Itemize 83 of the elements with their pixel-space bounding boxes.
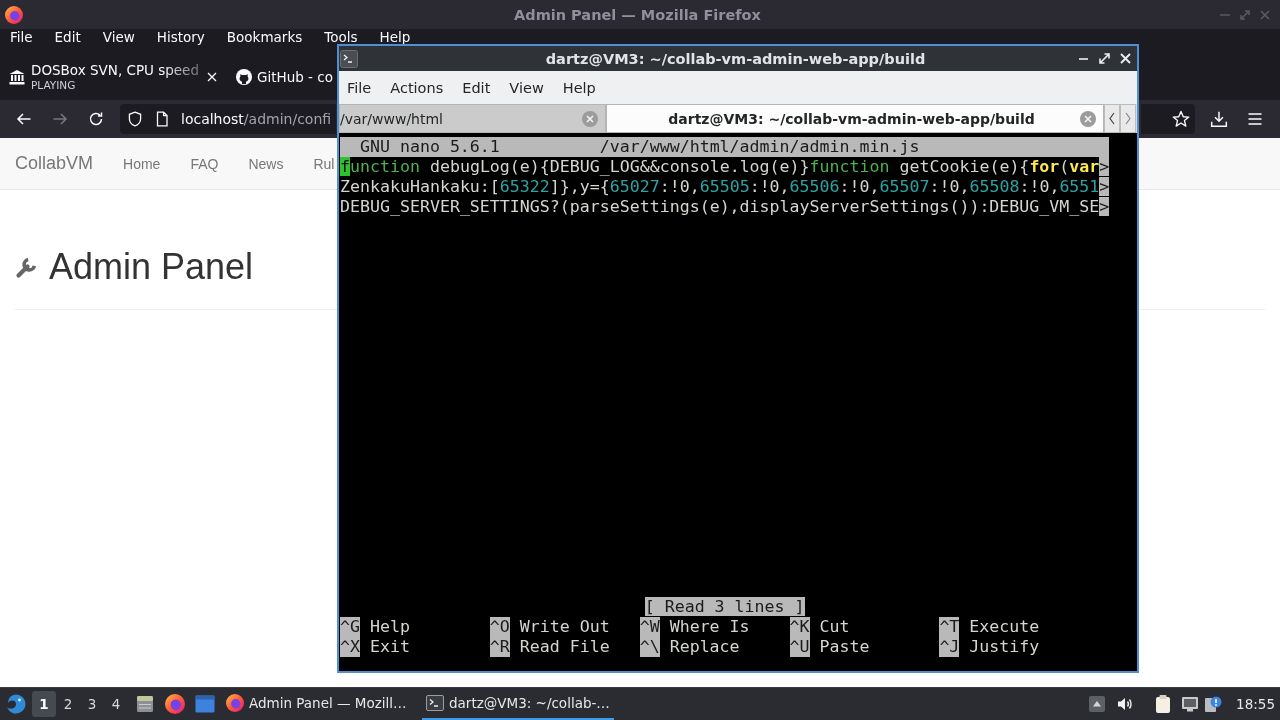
shortcut-key: ^K — [789, 617, 810, 637]
terminal-tab[interactable]: dartz@VM3: ~/collab-vm-admin-web-app/build — [606, 104, 1104, 133]
shortcut-key: ^U — [789, 637, 810, 657]
menu-icon[interactable] — [1247, 111, 1263, 127]
site-brand[interactable]: CollabVM — [15, 153, 94, 174]
workspace-button[interactable]: 1 — [32, 691, 56, 717]
menu-item[interactable]: Edit — [462, 79, 491, 96]
bookmark-button[interactable] — [1141, 104, 1195, 134]
cat-circle-icon — [236, 69, 252, 85]
menu-item[interactable]: File — [347, 79, 372, 96]
workspace-button[interactable]: 4 — [104, 691, 128, 717]
building-columns-icon — [9, 69, 25, 85]
shortcut-key: ^\ — [639, 637, 660, 657]
nav-link[interactable]: Home — [123, 155, 161, 172]
tray-expand-icon[interactable] — [1088, 695, 1107, 713]
menu-item[interactable]: History — [156, 30, 205, 44]
window-title: Admin Panel — Mozilla Firefox — [514, 6, 761, 23]
menu-item[interactable]: Help — [379, 30, 411, 44]
wrench-icon — [15, 255, 39, 279]
shortcut-label: Help — [369, 617, 410, 637]
terminal-icon — [426, 695, 444, 711]
shortcut-key: ^R — [489, 637, 510, 657]
shortcut-label: Exit — [369, 637, 410, 657]
workspace-button[interactable]: 3 — [80, 691, 104, 717]
menu-item[interactable]: Tools — [324, 30, 358, 44]
task-button[interactable]: Admin Panel — Mozill… — [222, 688, 422, 720]
shortcut-label: Replace — [669, 637, 740, 657]
shortcut-key: ^T — [939, 617, 960, 637]
shield-icon[interactable] — [127, 111, 143, 127]
reload-icon[interactable] — [88, 111, 104, 127]
editor-version: GNU nano 5.6.1 — [359, 137, 501, 157]
task-button[interactable]: dartz@VM3: ~/collab-… — [422, 688, 614, 720]
monitor-icon[interactable] — [1181, 695, 1200, 713]
shortcut-key: ^X — [340, 637, 360, 657]
browser-logo-icon — [226, 694, 244, 712]
code-line: DEBUG_SERVER_SETTINGS?(parseSettings(e),displayServerSettings()):DEBUG_VM_SE> — [340, 197, 1110, 217]
download-icon[interactable] — [1210, 110, 1228, 128]
workspace-button[interactable]: 2 — [56, 691, 80, 717]
volume-icon[interactable] — [1116, 695, 1135, 713]
chevron-left-icon[interactable] — [1104, 104, 1120, 133]
window-title: dartz@VM3: ~/collab-vm-admin-web-app/build — [545, 50, 926, 67]
shortcut-label: Paste — [819, 637, 870, 657]
shortcut-label: Write Out — [519, 617, 610, 637]
shortcut-label: Justify — [969, 637, 1040, 657]
menu-item[interactable]: File — [10, 30, 33, 44]
close-tab-icon[interactable] — [207, 72, 217, 82]
back-icon[interactable] — [16, 111, 32, 127]
shortcut-label: Cut — [819, 617, 850, 637]
menu-item[interactable]: Actions — [390, 79, 444, 96]
shortcut-label: Read File — [519, 637, 610, 657]
browser-logo-icon[interactable] — [165, 694, 185, 714]
browser-tab[interactable]: DOSBox SVN, CPU speed PLAYING — [1, 57, 225, 97]
page-icon[interactable] — [154, 111, 170, 127]
file-drawer-icon[interactable] — [135, 694, 155, 714]
browser-logo-icon — [5, 5, 23, 24]
nav-link[interactable]: FAQ — [190, 155, 219, 172]
star-icon[interactable] — [1172, 110, 1190, 128]
shortcut-label: Execute — [969, 617, 1040, 637]
menu-item[interactable]: View — [509, 79, 544, 96]
menu-item[interactable]: Help — [562, 79, 596, 96]
menu-item[interactable]: Bookmarks — [226, 30, 303, 44]
clipboard-icon[interactable] — [1154, 694, 1173, 714]
shortcut-key: ^J — [939, 637, 960, 657]
shortcut-key: ^G — [340, 617, 360, 637]
status-message: [ Read 3 lines ] — [644, 597, 805, 616]
notification-icon[interactable] — [1204, 695, 1223, 713]
menu-item[interactable]: Edit — [54, 30, 81, 44]
start-logo-icon[interactable] — [5, 693, 27, 715]
browser-tab[interactable]: GitHub - co — [228, 57, 333, 97]
code-line: ZenkakuHankaku:[65322]},y={65027:!0,65505:!0,65506:!0,65507:!0,65508:!0,6551> — [340, 177, 1110, 197]
page-heading: Admin Panel — [49, 247, 254, 287]
nav-link[interactable]: Rul — [313, 155, 335, 172]
clock[interactable]: 18:55 — [1236, 696, 1275, 712]
menu-item[interactable]: View — [102, 30, 135, 44]
shortcut-key: ^W — [639, 617, 660, 637]
file-path: /var/www/html/admin/admin.min.js — [599, 137, 920, 157]
shortcut-label: Where Is — [669, 617, 750, 637]
code-line: function debugLog(e){DEBUG_LOG&&console.log(e)}function getCookie(e){for(var> — [340, 157, 1110, 177]
nav-link[interactable]: News — [248, 155, 284, 172]
shortcut-key: ^O — [489, 617, 510, 637]
url-field[interactable]: localhost/admin/confi — [120, 104, 336, 134]
terminal-tab[interactable]: /var/www/html — [339, 104, 606, 133]
terminal-icon — [340, 49, 358, 68]
